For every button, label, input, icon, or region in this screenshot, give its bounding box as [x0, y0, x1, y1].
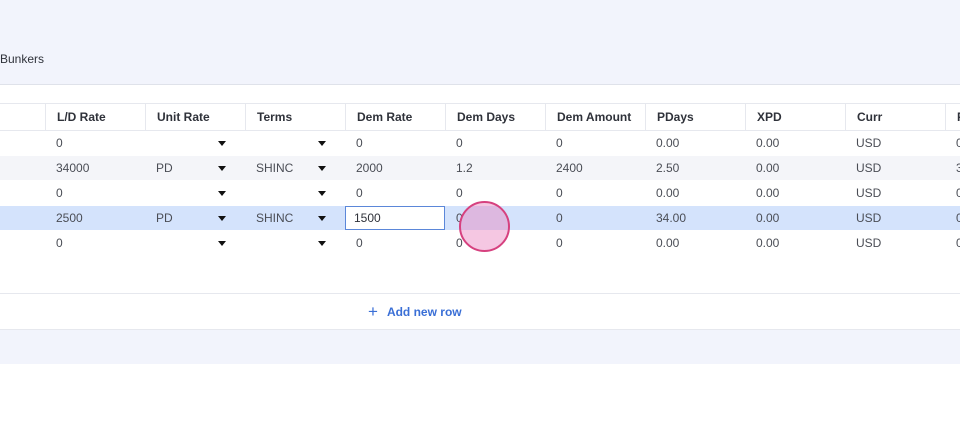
curr-cell[interactable]: USD — [845, 156, 945, 180]
dem-rate-cell[interactable]: 0 — [345, 131, 445, 155]
dem-amount-cell[interactable]: 0 — [545, 131, 645, 155]
column-header-pdays[interactable]: PDays — [645, 104, 745, 130]
dem-amount-cell[interactable]: 0 — [545, 181, 645, 205]
table-row[interactable]: 34000 PD SHINC 2000 1.2 2400 2.50 0.00 U… — [0, 156, 960, 181]
tab-bunkers[interactable]: Bunkers — [0, 52, 44, 66]
unit-rate-cell[interactable]: PD — [145, 206, 245, 230]
column-header-blank — [0, 104, 45, 130]
terms-cell[interactable]: SHINC — [245, 206, 345, 230]
caret-down-icon[interactable] — [317, 231, 327, 255]
dem-days-cell[interactable]: 0 — [445, 131, 545, 155]
dem-rate-cell[interactable]: 0 — [345, 231, 445, 255]
ld-rate-cell[interactable]: 0 — [45, 131, 145, 155]
xpd-cell[interactable]: 0.00 — [745, 206, 845, 230]
caret-down-icon[interactable] — [217, 231, 227, 255]
dem-amount-cell[interactable]: 2400 — [545, 156, 645, 180]
terms-cell[interactable] — [245, 231, 345, 255]
p-cell[interactable]: 0 — [945, 206, 960, 230]
column-header-ld-rate[interactable]: L/D Rate — [45, 104, 145, 130]
add-row-bar: + Add new row — [0, 293, 960, 330]
unit-rate-cell[interactable] — [145, 181, 245, 205]
column-header-dem-amount[interactable]: Dem Amount — [545, 104, 645, 130]
column-header-terms[interactable]: Terms — [245, 104, 345, 130]
table-row[interactable]: 0 0 0 0 0.00 0.00 USD 0 — [0, 131, 960, 156]
caret-down-icon[interactable] — [317, 156, 327, 180]
curr-cell[interactable]: USD — [845, 131, 945, 155]
dem-rate-cell[interactable]: 0 — [345, 181, 445, 205]
footer-panel — [0, 330, 960, 364]
caret-down-icon[interactable] — [217, 206, 227, 230]
ld-rate-cell[interactable]: 34000 — [45, 156, 145, 180]
table-header: L/D Rate Unit Rate Terms Dem Rate Dem Da… — [0, 103, 960, 131]
dem-amount-cell[interactable]: 0 — [545, 206, 645, 230]
caret-down-icon[interactable] — [217, 181, 227, 205]
pointer-cursor-indicator — [459, 201, 510, 252]
dem-days-cell[interactable]: 0 — [445, 181, 545, 205]
p-cell[interactable]: 0 — [945, 181, 960, 205]
unit-rate-value: PD — [156, 211, 173, 225]
dem-days-cell[interactable]: 1.2 — [445, 156, 545, 180]
pdays-cell[interactable]: 0.00 — [645, 131, 745, 155]
curr-cell[interactable]: USD — [845, 181, 945, 205]
caret-down-icon[interactable] — [217, 156, 227, 180]
caret-down-icon[interactable] — [317, 131, 327, 155]
terms-value: SHINC — [256, 161, 294, 175]
xpd-cell[interactable]: 0.00 — [745, 156, 845, 180]
plus-icon: + — [368, 302, 378, 321]
pdays-cell[interactable]: 0.00 — [645, 231, 745, 255]
unit-rate-value: PD — [156, 161, 173, 175]
xpd-cell[interactable]: 0.00 — [745, 181, 845, 205]
column-header-unit-rate[interactable]: Unit Rate — [145, 104, 245, 130]
caret-down-icon[interactable] — [317, 206, 327, 230]
terms-value: SHINC — [256, 211, 294, 225]
terms-cell[interactable] — [245, 181, 345, 205]
unit-rate-cell[interactable]: PD — [145, 156, 245, 180]
p-cell[interactable]: 3 — [945, 156, 960, 180]
top-panel: Bunkers — [0, 0, 960, 85]
terms-cell[interactable]: SHINC — [245, 156, 345, 180]
column-header-dem-days[interactable]: Dem Days — [445, 104, 545, 130]
curr-cell[interactable]: USD — [845, 231, 945, 255]
add-new-row-label: Add new row — [386, 305, 462, 319]
caret-down-icon[interactable] — [217, 131, 227, 155]
p-cell[interactable]: 0 — [945, 231, 960, 255]
pdays-cell[interactable]: 2.50 — [645, 156, 745, 180]
ld-rate-cell[interactable]: 0 — [45, 231, 145, 255]
terms-cell[interactable] — [245, 131, 345, 155]
p-cell[interactable]: 0 — [945, 131, 960, 155]
ld-rate-cell[interactable]: 2500 — [45, 206, 145, 230]
dem-amount-cell[interactable]: 0 — [545, 231, 645, 255]
column-header-p[interactable]: P — [945, 104, 960, 130]
unit-rate-cell[interactable] — [145, 131, 245, 155]
add-new-row-button[interactable]: + Add new row — [368, 303, 462, 321]
xpd-cell[interactable]: 0.00 — [745, 231, 845, 255]
column-header-dem-rate[interactable]: Dem Rate — [345, 104, 445, 130]
dem-rate-cell[interactable]: 2000 — [345, 156, 445, 180]
caret-down-icon[interactable] — [317, 181, 327, 205]
dem-rate-input[interactable] — [345, 206, 445, 230]
pdays-cell[interactable]: 0.00 — [645, 181, 745, 205]
curr-cell[interactable]: USD — [845, 206, 945, 230]
unit-rate-cell[interactable] — [145, 231, 245, 255]
ld-rate-cell[interactable]: 0 — [45, 181, 145, 205]
column-header-xpd[interactable]: XPD — [745, 104, 845, 130]
xpd-cell[interactable]: 0.00 — [745, 131, 845, 155]
pdays-cell[interactable]: 34.00 — [645, 206, 745, 230]
column-header-curr[interactable]: Curr — [845, 104, 945, 130]
